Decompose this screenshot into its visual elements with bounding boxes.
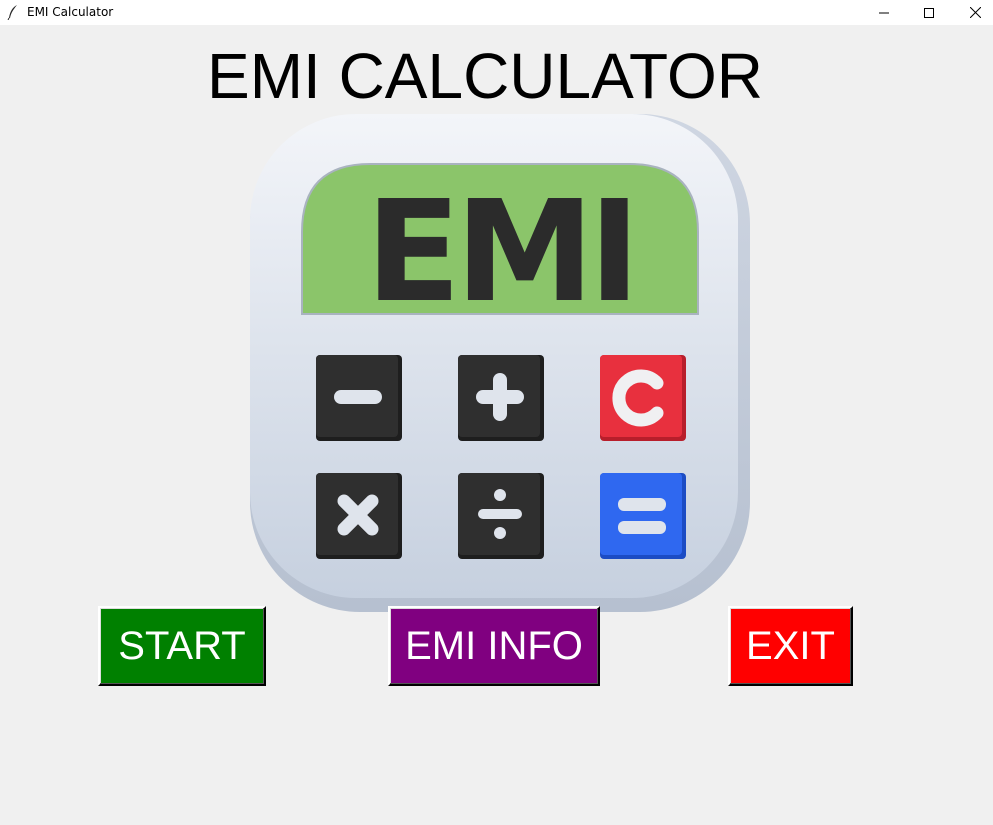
page-title: EMI CALCULATOR [207, 40, 763, 112]
maximize-button[interactable] [906, 0, 952, 25]
calculator-image: EMI [250, 114, 750, 612]
title-bar: EMI Calculator [0, 0, 993, 25]
divide-key-icon [458, 473, 544, 559]
feather-icon [7, 5, 17, 20]
minus-key-icon [316, 355, 402, 441]
clear-key-icon [600, 355, 686, 441]
maximize-icon [924, 7, 934, 18]
equals-key-icon [600, 473, 686, 559]
close-button[interactable] [952, 0, 993, 25]
window-title: EMI Calculator [27, 5, 114, 19]
exit-button[interactable]: EXIT [728, 606, 853, 686]
emi-info-button[interactable]: EMI INFO [388, 606, 600, 686]
multiply-key-icon [316, 473, 402, 559]
start-button[interactable]: START [98, 606, 266, 686]
screen-text: EMI [365, 171, 634, 334]
plus-key-icon [458, 355, 544, 441]
minimize-icon [879, 12, 889, 13]
close-icon [969, 7, 981, 18]
minimize-button[interactable] [861, 0, 907, 25]
